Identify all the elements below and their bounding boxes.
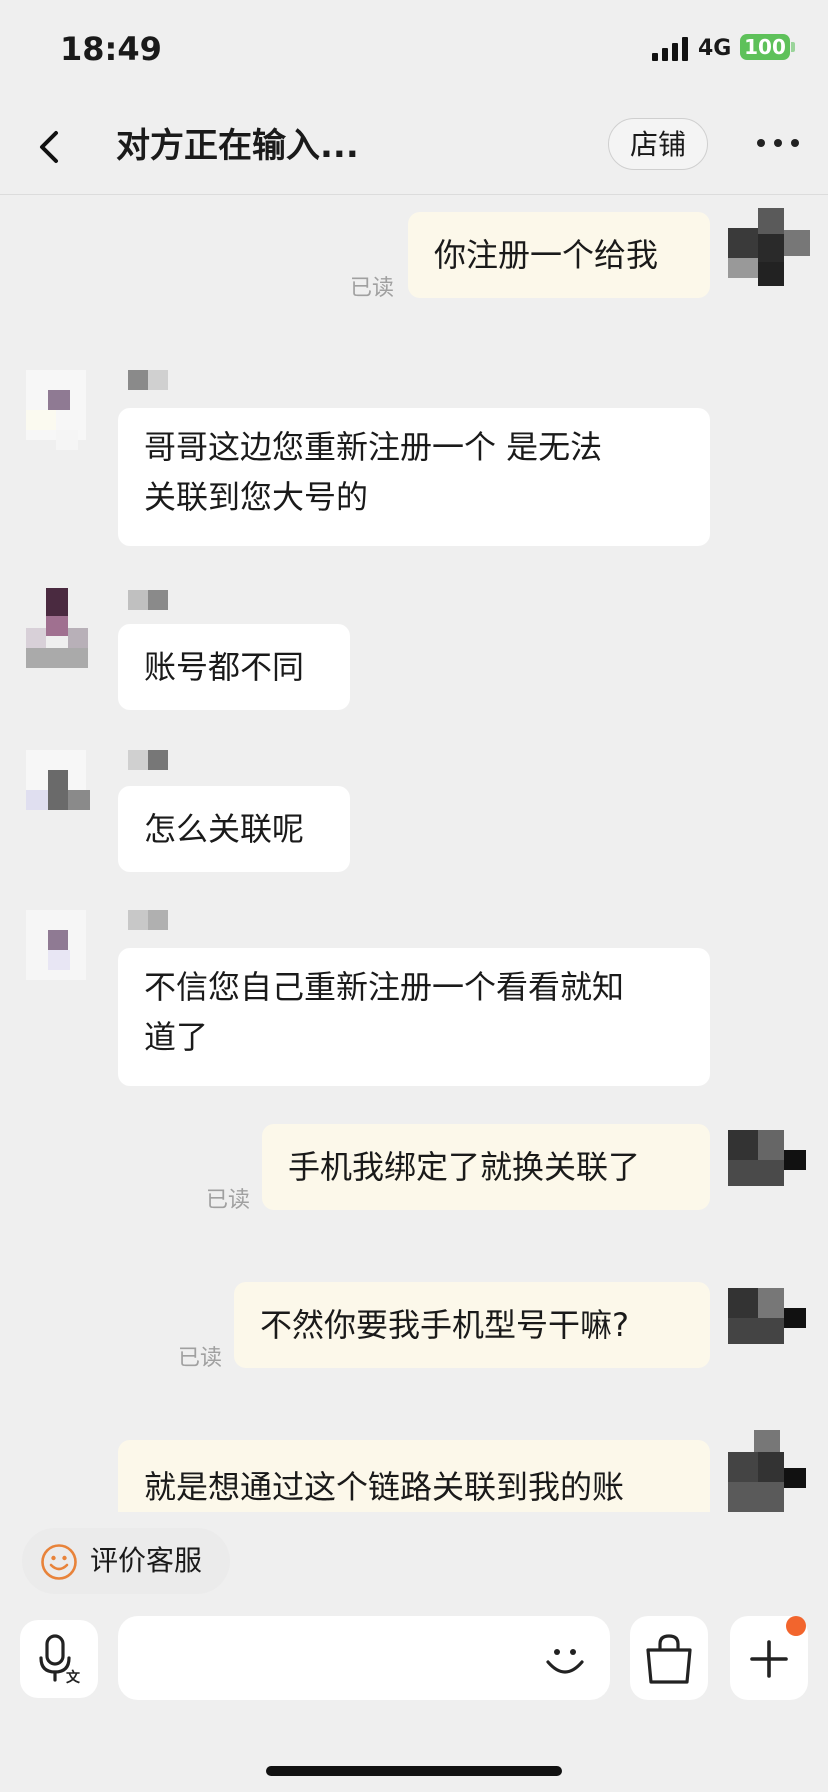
avatar[interactable]: [26, 588, 112, 674]
message-text: 怎么关联呢: [144, 810, 305, 848]
message-bubble-incoming[interactable]: 哥哥这边您重新注册一个 是无法 关联到您大号的: [118, 408, 710, 546]
message-text: 你注册一个给我: [434, 236, 659, 274]
battery-cap: [791, 42, 795, 52]
message-bubble-incoming[interactable]: 不信您自己重新注册一个看看就知 道了: [118, 948, 710, 1086]
input-bar: 文: [0, 1600, 828, 1792]
review-service-button[interactable]: 评价客服: [22, 1528, 230, 1594]
message-text: 就是想通过这个链路关联到我的账: [144, 1468, 625, 1506]
nav-bar: 对方正在输入... 店铺: [0, 100, 828, 195]
avatar[interactable]: [728, 208, 810, 290]
avatar[interactable]: [728, 1122, 810, 1204]
home-indicator: [266, 1766, 562, 1776]
store-button[interactable]: 店铺: [608, 118, 708, 170]
avatar[interactable]: [728, 1280, 810, 1362]
message-text: 不然你要我手机型号干嘛?: [260, 1306, 629, 1344]
avatar[interactable]: [26, 370, 112, 456]
status-time: 18:49: [60, 30, 162, 68]
notification-dot: [786, 1616, 806, 1636]
smile-icon: [41, 1544, 77, 1580]
back-icon[interactable]: [36, 130, 64, 164]
message-text: 哥哥这边您重新注册一个 是无法: [144, 428, 603, 466]
shopping-bag-button[interactable]: [630, 1616, 708, 1700]
battery-icon: 100: [740, 34, 790, 60]
agent-name: [110, 590, 170, 610]
network-label: 4G: [698, 36, 732, 61]
message-input[interactable]: [118, 1616, 610, 1700]
avatar[interactable]: [26, 910, 112, 996]
read-status: 已读: [350, 276, 395, 301]
message-bubble-incoming[interactable]: 怎么关联呢: [118, 786, 350, 872]
message-text: 手机我绑定了就换关联了: [288, 1148, 641, 1186]
message-text: 关联到您大号的: [144, 478, 369, 516]
message-text: 不信您自己重新注册一个看看就知: [144, 968, 625, 1006]
signal-icon: [652, 37, 688, 61]
page-title: 对方正在输入...: [116, 126, 359, 166]
message-bubble-incoming[interactable]: 账号都不同: [118, 624, 350, 710]
agent-name: [110, 370, 170, 390]
read-status: 已读: [206, 1188, 251, 1213]
message-text: 道了: [144, 1018, 209, 1056]
read-status: 已读: [178, 1346, 223, 1371]
message-bubble-outgoing[interactable]: 你注册一个给我: [408, 212, 710, 298]
voice-button[interactable]: 文: [20, 1620, 98, 1698]
message-text: 账号都不同: [144, 648, 305, 686]
status-bar: 18:49 4G 100: [0, 0, 828, 100]
emoji-icon[interactable]: [540, 1634, 590, 1684]
review-label: 评价客服: [90, 1544, 203, 1577]
message-bubble-outgoing[interactable]: 就是想通过这个链路关联到我的账: [118, 1440, 710, 1512]
voice-icon: 文: [39, 1634, 81, 1686]
avatar[interactable]: [26, 750, 112, 836]
message-bubble-outgoing[interactable]: 不然你要我手机型号干嘛?: [234, 1282, 710, 1368]
chat-clip: 就是想通过这个链路关联到我的账: [0, 1420, 828, 1512]
shopping-bag-icon: [646, 1634, 692, 1684]
agent-name: [110, 910, 170, 930]
more-icon[interactable]: [756, 138, 800, 148]
svg-text:文: 文: [66, 1669, 81, 1686]
avatar[interactable]: [728, 1430, 810, 1512]
agent-name: [110, 750, 170, 770]
message-bubble-outgoing[interactable]: 手机我绑定了就换关联了: [262, 1124, 710, 1210]
